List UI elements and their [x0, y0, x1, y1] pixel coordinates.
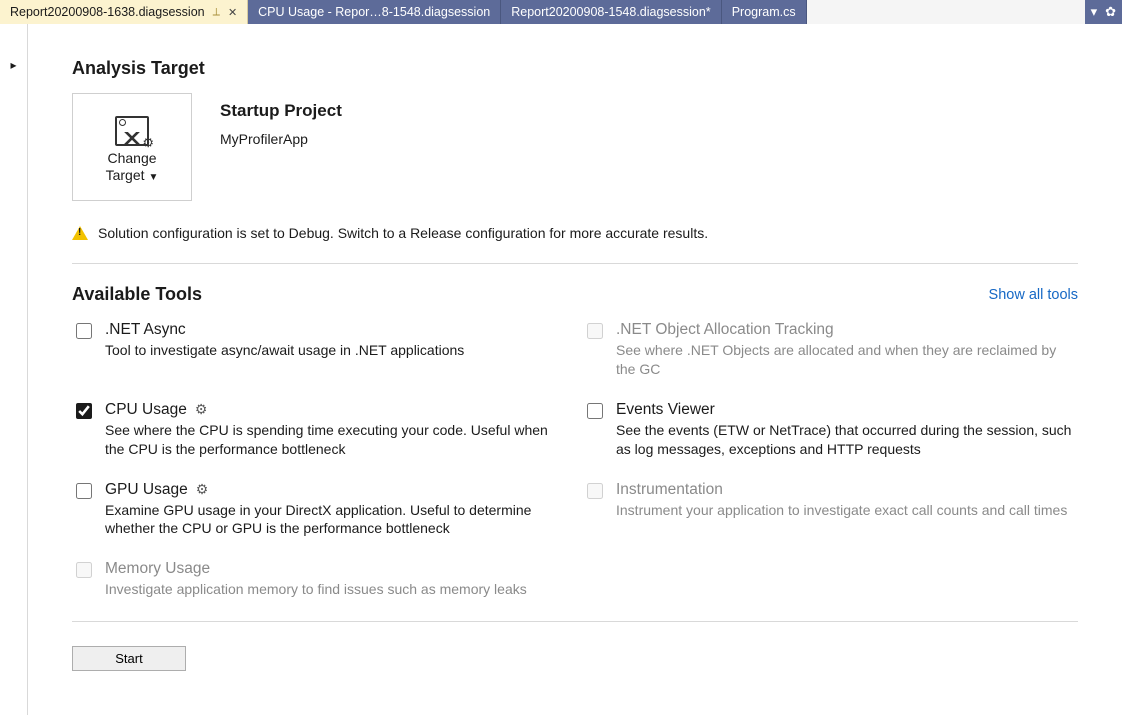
tool-memory-usage: Memory Usage Investigate application mem… — [72, 560, 567, 599]
tool-desc: Tool to investigate async/await usage in… — [105, 341, 565, 360]
chevron-down-icon: ▼ — [149, 172, 159, 183]
close-icon[interactable]: ✕ — [228, 6, 237, 19]
tool-desc: See where the CPU is spending time execu… — [105, 421, 565, 459]
tool-title: Events Viewer — [616, 401, 715, 419]
tools-grid: .NET Async Tool to investigate async/awa… — [72, 321, 1078, 599]
startup-project-title: Startup Project — [220, 101, 342, 121]
gear-icon[interactable]: ⚙ — [196, 481, 209, 498]
tool-net-obj-alloc: .NET Object Allocation Tracking See wher… — [583, 321, 1078, 379]
tool-checkbox-instrumentation — [587, 483, 603, 499]
expand-gutter-icon[interactable]: ▸ — [10, 58, 16, 715]
tab-label: Program.cs — [732, 5, 796, 19]
tool-desc: See the events (ETW or NetTrace) that oc… — [616, 421, 1076, 459]
tool-title: Memory Usage — [105, 560, 210, 578]
tab-program-cs[interactable]: Program.cs — [722, 0, 807, 24]
divider — [72, 263, 1078, 264]
start-button[interactable]: Start — [72, 646, 186, 671]
change-target-label: Change Target▼ — [106, 150, 159, 185]
tool-gpu-usage: GPU Usage ⚙ Examine GPU usage in your Di… — [72, 481, 567, 539]
active-files-dropdown-icon[interactable]: ▾ — [1091, 4, 1098, 20]
warning-text: Solution configuration is set to Debug. … — [98, 225, 708, 241]
tab-label: CPU Usage - Repor…8-1548.diagsession — [258, 5, 490, 19]
tool-checkbox-gpu-usage[interactable] — [76, 483, 92, 499]
tool-title: .NET Async — [105, 321, 186, 339]
target-info: Startup Project MyProfilerApp — [220, 93, 342, 147]
show-all-tools-link[interactable]: Show all tools — [989, 287, 1078, 303]
left-gutter: ▸ — [0, 24, 28, 715]
tool-checkbox-net-obj-alloc — [587, 323, 603, 339]
project-name: MyProfilerApp — [220, 131, 342, 147]
available-tools-heading: Available Tools — [72, 284, 202, 305]
tab-report-1548[interactable]: Report20200908-1548.diagsession* — [501, 0, 721, 24]
tool-checkbox-cpu-usage[interactable] — [76, 403, 92, 419]
gear-icon[interactable]: ⚙ — [195, 401, 208, 418]
warning-icon — [72, 226, 88, 240]
tool-cpu-usage: CPU Usage ⚙ See where the CPU is spendin… — [72, 401, 567, 459]
tool-desc: See where .NET Objects are allocated and… — [616, 341, 1076, 379]
analysis-target-heading: Analysis Target — [72, 58, 1078, 79]
tool-title: GPU Usage — [105, 481, 188, 499]
gear-icon[interactable]: ✿ — [1105, 4, 1116, 20]
main-content: Analysis Target ⚙ Change Target▼ Startup… — [28, 24, 1122, 715]
tool-checkbox-net-async[interactable] — [76, 323, 92, 339]
warning-row: Solution configuration is set to Debug. … — [72, 225, 1078, 241]
tool-title: Instrumentation — [616, 481, 723, 499]
tool-net-async: .NET Async Tool to investigate async/awa… — [72, 321, 567, 379]
tab-strip-overflow: ▾ ✿ — [1085, 0, 1122, 24]
tool-checkbox-memory-usage — [76, 562, 92, 578]
tool-title: .NET Object Allocation Tracking — [616, 321, 834, 339]
tab-bar: Report20200908-1638.diagsession ⟂ ✕ CPU … — [0, 0, 1122, 24]
tool-instrumentation: Instrumentation Instrument your applicat… — [583, 481, 1078, 539]
divider — [72, 621, 1078, 622]
tab-label: Report20200908-1638.diagsession — [10, 5, 205, 19]
tab-label: Report20200908-1548.diagsession* — [511, 5, 710, 19]
tool-desc: Examine GPU usage in your DirectX applic… — [105, 501, 565, 539]
tool-desc: Investigate application memory to find i… — [105, 580, 565, 599]
tool-desc: Instrument your application to investiga… — [616, 501, 1076, 520]
pin-icon[interactable]: ⟂ — [213, 6, 220, 19]
target-picture-icon: ⚙ — [115, 116, 149, 146]
tool-events-viewer: Events Viewer See the events (ETW or Net… — [583, 401, 1078, 459]
tab-cpu-usage[interactable]: CPU Usage - Repor…8-1548.diagsession — [248, 0, 501, 24]
tool-checkbox-events-viewer[interactable] — [587, 403, 603, 419]
tab-report-1638[interactable]: Report20200908-1638.diagsession ⟂ ✕ — [0, 0, 248, 24]
gear-icon: ⚙ — [142, 135, 154, 151]
change-target-button[interactable]: ⚙ Change Target▼ — [72, 93, 192, 201]
tool-title: CPU Usage — [105, 401, 187, 419]
